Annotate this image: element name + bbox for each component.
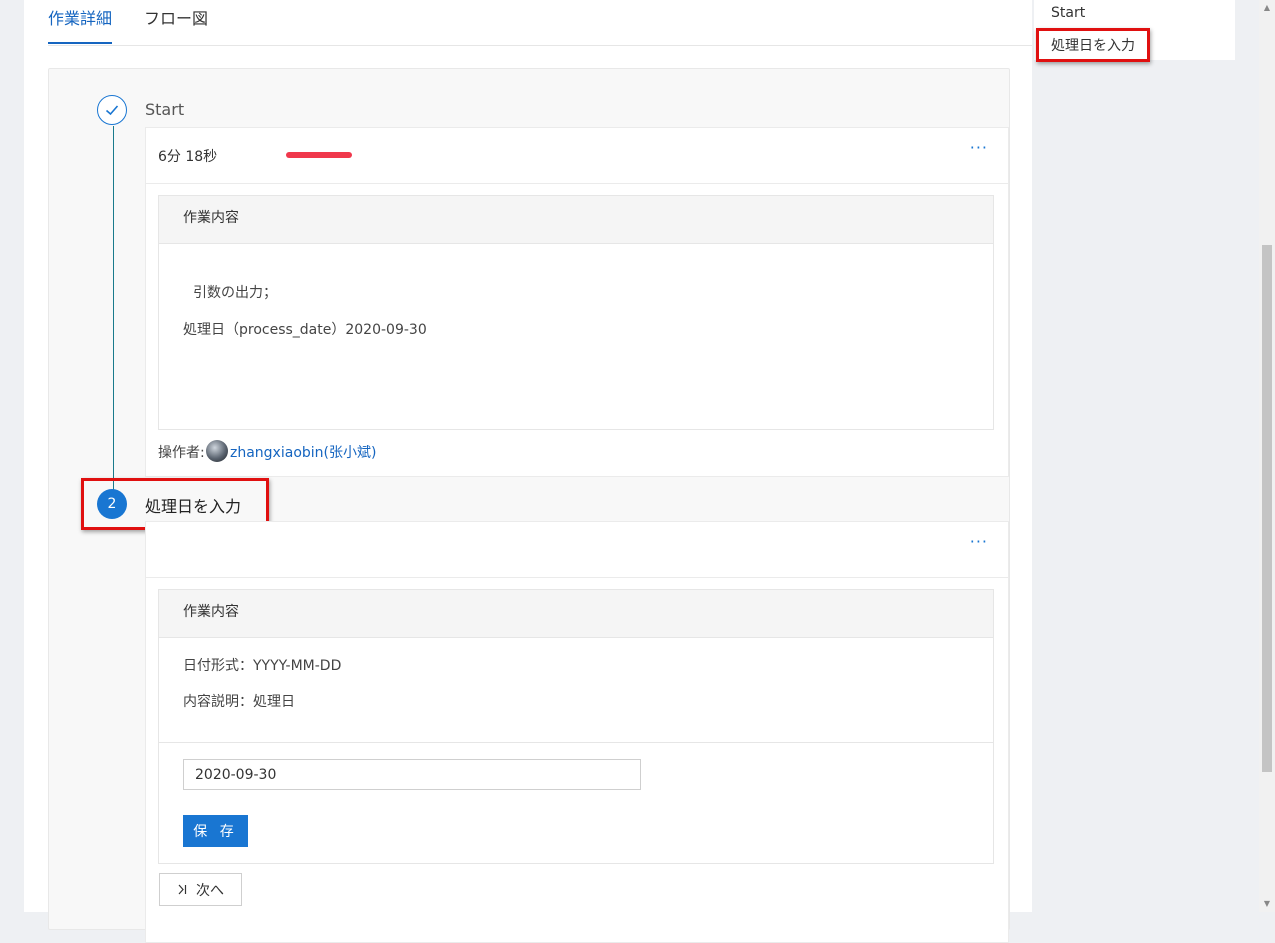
step-1-content-header: 作業内容 bbox=[159, 196, 993, 244]
process-date-input[interactable] bbox=[183, 759, 641, 790]
step-1-card: 6分 18秒 ··· 作業内容 引数の出力； 処理日（process_date）… bbox=[145, 127, 1009, 477]
skip-next-icon bbox=[178, 884, 187, 895]
step-2-content-box: 作業内容 日付形式：YYYY-MM-DD 内容説明：処理日 bbox=[158, 589, 994, 743]
next-button[interactable]: 次へ bbox=[159, 873, 242, 906]
tab-task-detail[interactable]: 作業詳細 bbox=[48, 5, 112, 29]
redacted-mark bbox=[286, 152, 352, 158]
step-1-content-line-1: 引数の出力； bbox=[193, 285, 277, 301]
timeline-connector bbox=[113, 126, 114, 501]
step-2-card: ··· 作業内容 日付形式：YYYY-MM-DD 内容説明：処理日 保 存 bbox=[145, 521, 1009, 943]
tab-flow-diagram[interactable]: フロー図 bbox=[144, 5, 208, 29]
step-2-input-box: 保 存 bbox=[158, 742, 994, 864]
scrollbar[interactable]: ▲ ▼ bbox=[1259, 0, 1275, 912]
timeline-panel: Start 6分 18秒 ··· 作業内容 引数の出力； 処理日（process… bbox=[48, 68, 1010, 943]
main-area: 作業詳細 フロー図 Start 6分 18秒 ··· 作業内容 引数の出力； 処… bbox=[24, 0, 1032, 943]
operator-label: 操作者: bbox=[158, 445, 205, 461]
scrollbar-thumb[interactable] bbox=[1262, 245, 1272, 772]
step-2-content-line-2: 内容説明：処理日 bbox=[183, 694, 295, 710]
step-1-more-menu[interactable]: ··· bbox=[970, 138, 988, 157]
save-button[interactable]: 保 存 bbox=[183, 815, 248, 847]
nav-highlight-box bbox=[1036, 28, 1150, 62]
step-1-operator: 操作者: zhangxiaobin(张小斌) bbox=[158, 440, 376, 462]
active-tab-underline bbox=[48, 42, 112, 44]
nav-item-start[interactable]: Start bbox=[1051, 5, 1085, 21]
scroll-down-icon[interactable]: ▼ bbox=[1262, 899, 1272, 909]
step-2-content-line-1: 日付形式：YYYY-MM-DD bbox=[183, 658, 342, 674]
scroll-up-icon[interactable]: ▲ bbox=[1262, 3, 1272, 13]
operator-name-link[interactable]: zhangxiaobin(张小斌) bbox=[230, 442, 376, 462]
step-2-more-menu[interactable]: ··· bbox=[970, 532, 988, 551]
step-2-content-header: 作業内容 bbox=[159, 590, 993, 638]
step-1-duration: 6分 18秒 bbox=[158, 149, 218, 165]
step-1-content-line-2: 処理日（process_date）2020-09-30 bbox=[183, 322, 427, 338]
tab-bar: 作業詳細 フロー図 bbox=[48, 0, 1032, 46]
step-1-card-header: 6分 18秒 ··· bbox=[146, 128, 1008, 184]
step-1-title: Start bbox=[145, 100, 185, 119]
step-1-content-box: 作業内容 引数の出力； 処理日（process_date）2020-09-30 bbox=[158, 195, 994, 430]
step-2-card-header: ··· bbox=[146, 522, 1008, 578]
next-button-label: 次へ bbox=[196, 883, 224, 899]
step-1-check-icon bbox=[97, 95, 127, 125]
operator-avatar bbox=[206, 440, 228, 462]
